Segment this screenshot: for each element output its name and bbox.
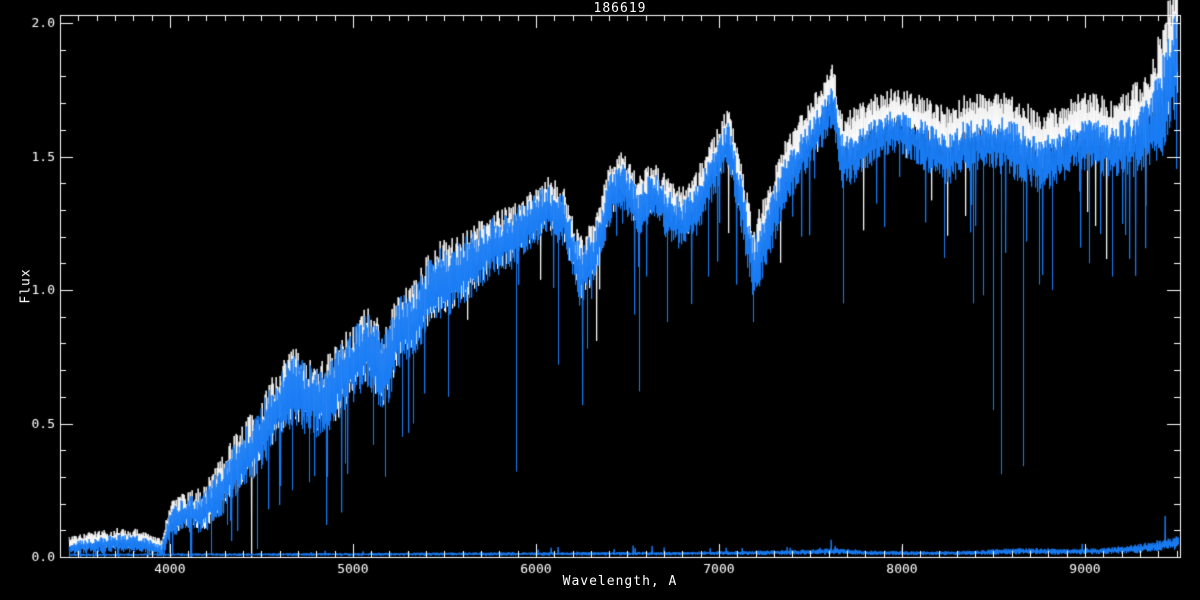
x-axis-label: Wavelength, A	[562, 574, 678, 589]
spectrum-plot-canvas	[0, 0, 1200, 600]
y-axis-label: Flux	[18, 268, 34, 304]
chart-title: 186619	[593, 1, 647, 16]
spectrum-chart: 186619 Wavelength, A Flux	[0, 0, 1200, 600]
